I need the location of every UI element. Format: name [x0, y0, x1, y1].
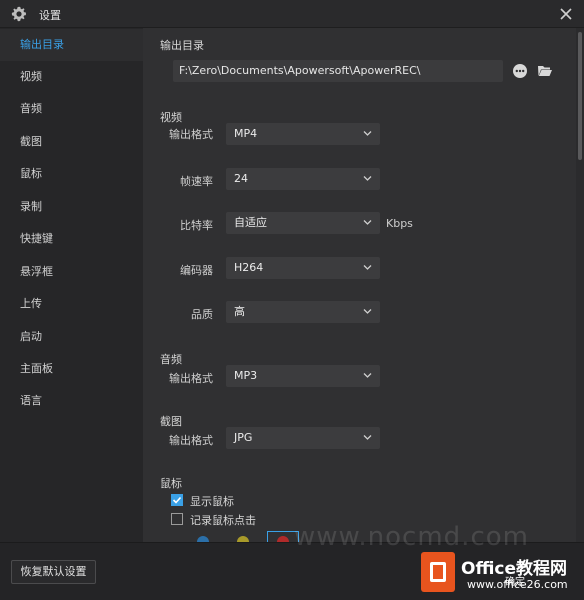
bitrate-unit: Kbps: [386, 217, 413, 230]
encoder-label: 编码器: [180, 264, 213, 277]
folder-open-icon[interactable]: [537, 63, 553, 79]
bitrate-select[interactable]: 自适应: [226, 212, 380, 234]
sidebar-item-screenshot[interactable]: 截图: [0, 126, 143, 158]
quality-select[interactable]: 高: [226, 301, 380, 323]
window-title: 设置: [39, 9, 61, 22]
watermark-logo: Office教程网 www.office26.com: [419, 550, 579, 596]
encoder-value: H264: [234, 261, 264, 274]
show-cursor-checkbox[interactable]: [171, 494, 183, 506]
quality-value: 高: [234, 305, 245, 318]
bitrate-value: 自适应: [234, 216, 267, 229]
sidebar-item-upload[interactable]: 上传: [0, 288, 143, 320]
office-logo-icon: [421, 552, 455, 592]
section-title-screenshot: 截图: [160, 415, 182, 428]
sidebar-item-startup[interactable]: 启动: [0, 321, 143, 353]
record-clicks-label: 记录鼠标点击: [190, 514, 256, 527]
chevron-down-icon: [363, 435, 372, 440]
chevron-down-icon: [363, 309, 372, 314]
sidebar-item-audio[interactable]: 音频: [0, 93, 143, 125]
watermark-brand-url: www.office26.com: [467, 578, 568, 591]
section-title-mouse: 鼠标: [160, 477, 182, 490]
video-format-label: 输出格式: [169, 128, 213, 141]
chevron-down-icon: [363, 373, 372, 378]
chevron-down-icon: [363, 220, 372, 225]
sidebar-item-main-panel[interactable]: 主面板: [0, 353, 143, 385]
scrollbar-thumb[interactable]: [578, 32, 582, 160]
sidebar-item-record[interactable]: 录制: [0, 191, 143, 223]
sidebar-item-output-dir[interactable]: 输出目录: [0, 29, 143, 61]
screenshot-format-value: JPG: [234, 431, 253, 444]
sidebar-item-mouse[interactable]: 鼠标: [0, 158, 143, 190]
section-title-audio: 音频: [160, 353, 182, 366]
encoder-select[interactable]: H264: [226, 257, 380, 279]
quality-label: 品质: [191, 308, 213, 321]
screenshot-format-select[interactable]: JPG: [226, 427, 380, 449]
chevron-down-icon: [363, 176, 372, 181]
ellipsis-circle-icon[interactable]: [512, 63, 528, 79]
settings-content: 输出目录 F:\Zero\Documents\Apowersoft\Apower…: [143, 28, 584, 542]
audio-format-value: MP3: [234, 369, 258, 382]
sidebar: 输出目录 视频 音频 截图 鼠标 录制 快捷键 悬浮框 上传 启动 主面板 语言: [0, 28, 143, 542]
close-icon[interactable]: [558, 6, 574, 22]
record-clicks-checkbox[interactable]: [171, 513, 183, 525]
fps-value: 24: [234, 172, 248, 185]
sidebar-item-hotkeys[interactable]: 快捷键: [0, 223, 143, 255]
bitrate-label: 比特率: [180, 219, 213, 232]
section-title-output: 输出目录: [160, 39, 204, 52]
fps-label: 帧速率: [180, 175, 213, 188]
show-cursor-label: 显示鼠标: [190, 495, 234, 508]
output-path-field[interactable]: F:\Zero\Documents\Apowersoft\ApowerREC\: [173, 60, 503, 82]
title-bar: 设置: [0, 0, 584, 28]
chevron-down-icon: [363, 131, 372, 136]
scrollbar[interactable]: [576, 28, 584, 542]
video-format-select[interactable]: MP4: [226, 123, 380, 145]
audio-format-label: 输出格式: [169, 372, 213, 385]
gear-icon: [11, 6, 26, 22]
audio-format-select[interactable]: MP3: [226, 365, 380, 387]
reset-defaults-button[interactable]: 恢复默认设置: [11, 560, 96, 584]
screenshot-format-label: 输出格式: [169, 434, 213, 447]
chevron-down-icon: [363, 265, 372, 270]
watermark-brand: Office教程网: [461, 559, 568, 579]
sidebar-item-floating[interactable]: 悬浮框: [0, 256, 143, 288]
sidebar-item-language[interactable]: 语言: [0, 385, 143, 417]
checkmark-icon: [172, 496, 182, 504]
sidebar-item-video[interactable]: 视频: [0, 61, 143, 93]
fps-select[interactable]: 24: [226, 168, 380, 190]
video-format-value: MP4: [234, 127, 258, 140]
watermark-site-text: www.nocmd.com: [294, 522, 529, 552]
section-title-video: 视频: [160, 111, 182, 124]
